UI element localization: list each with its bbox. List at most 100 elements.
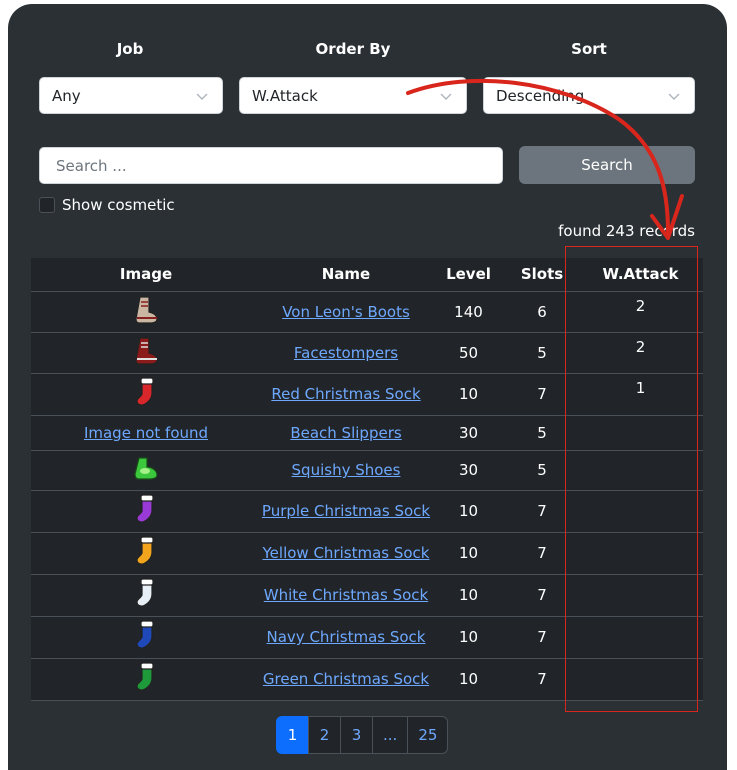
item-slots: 7 <box>506 658 578 701</box>
table-row: Facestompers 50 5 2 <box>31 332 703 374</box>
column-header-name: Name <box>261 258 431 292</box>
items-table: Image Name Level Slots W.Attack Von Leon… <box>31 258 703 701</box>
item-slots: 5 <box>506 332 578 374</box>
search-input[interactable]: Search ... <box>39 147 503 184</box>
item-name-cell: Green Christmas Sock <box>261 658 431 701</box>
item-level: 50 <box>431 332 506 374</box>
item-name-cell: Red Christmas Sock <box>261 373 431 416</box>
item-slots: 5 <box>506 415 578 451</box>
chevron-down-icon <box>196 93 208 100</box>
table-row: Navy Christmas Sock 10 7 <box>31 616 703 659</box>
item-level: 10 <box>431 574 506 617</box>
order-by-select-value: W.Attack <box>252 87 318 105</box>
item-name-cell: Yellow Christmas Sock <box>261 532 431 575</box>
sort-label: Sort <box>571 40 607 58</box>
page-button[interactable]: ... <box>372 716 409 754</box>
item-level: 10 <box>431 373 506 416</box>
broken-image-icon[interactable]: Image not found <box>84 424 208 442</box>
job-select-value: Any <box>52 87 81 105</box>
item-name-cell: Facestompers <box>261 332 431 374</box>
item-image-cell <box>31 373 261 416</box>
item-name-link[interactable]: Facestompers <box>294 344 398 362</box>
table-header-row: Image Name Level Slots W.Attack <box>31 258 703 292</box>
item-name-cell: Squishy Shoes <box>261 450 431 491</box>
column-header-level: Level <box>431 258 506 292</box>
table-row: Von Leon's Boots 140 6 2 <box>31 291 703 333</box>
item-watk <box>578 450 703 491</box>
item-slots: 7 <box>506 490 578 533</box>
item-slots: 7 <box>506 574 578 617</box>
item-name-link[interactable]: White Christmas Sock <box>264 586 428 604</box>
boots-icon <box>135 336 158 365</box>
order-by-select[interactable]: W.Attack <box>239 77 467 114</box>
page-button[interactable]: 25 <box>407 716 449 754</box>
sort-select-value: Descending <box>496 87 585 105</box>
item-watk <box>578 490 703 533</box>
search-placeholder: Search ... <box>56 157 127 175</box>
item-image-cell <box>31 450 261 491</box>
chevron-down-icon <box>440 93 452 100</box>
column-header-image: Image <box>31 258 261 292</box>
item-watk: 2 <box>578 291 703 333</box>
chevron-down-icon <box>668 93 680 100</box>
sock-icon <box>136 662 154 691</box>
item-name-link[interactable]: Squishy Shoes <box>292 461 401 479</box>
item-name-cell: Von Leon's Boots <box>261 291 431 333</box>
item-slots: 7 <box>506 373 578 416</box>
table-row: Purple Christmas Sock 10 7 <box>31 490 703 533</box>
show-cosmetic-checkbox[interactable] <box>39 197 55 213</box>
order-by-label: Order By <box>315 40 391 58</box>
item-image-cell <box>31 291 261 333</box>
item-image-cell <box>31 532 261 575</box>
item-watk: 2 <box>578 332 703 374</box>
sock-icon <box>136 494 154 523</box>
item-name-cell: Beach Slippers <box>261 415 431 451</box>
item-image-cell <box>31 490 261 533</box>
item-level: 10 <box>431 490 506 533</box>
search-button[interactable]: Search <box>519 146 695 184</box>
item-slots: 6 <box>506 291 578 333</box>
item-level: 10 <box>431 658 506 701</box>
item-level: 30 <box>431 450 506 491</box>
sort-select[interactable]: Descending <box>483 77 695 114</box>
item-image-cell <box>31 574 261 617</box>
item-name-cell: White Christmas Sock <box>261 574 431 617</box>
item-name-link[interactable]: Red Christmas Sock <box>271 385 420 403</box>
column-header-watk: W.Attack <box>578 258 703 292</box>
item-name-link[interactable]: Green Christmas Sock <box>263 670 429 688</box>
shoes-icon <box>134 457 158 480</box>
table-row: Squishy Shoes 30 5 <box>31 450 703 491</box>
table-row: Yellow Christmas Sock 10 7 <box>31 532 703 575</box>
job-select[interactable]: Any <box>39 77 223 114</box>
item-name-link[interactable]: Beach Slippers <box>290 424 401 442</box>
column-header-slots: Slots <box>506 258 578 292</box>
item-watk <box>578 616 703 659</box>
item-name-cell: Navy Christmas Sock <box>261 616 431 659</box>
boots-icon <box>135 295 158 324</box>
item-watk <box>578 415 703 451</box>
item-name-cell: Purple Christmas Sock <box>261 490 431 533</box>
page-button[interactable]: 2 <box>308 716 341 754</box>
item-name-link[interactable]: Von Leon's Boots <box>282 303 410 321</box>
item-image-cell: Image not found <box>31 415 261 451</box>
show-cosmetic-label: Show cosmetic <box>62 196 175 214</box>
sock-icon <box>136 377 154 406</box>
sock-icon <box>136 578 154 607</box>
pagination: 1 2 3... 25 <box>276 716 449 754</box>
page-button[interactable]: 1 <box>276 716 309 754</box>
item-watk <box>578 574 703 617</box>
sock-icon <box>136 536 154 565</box>
item-slots: 7 <box>506 616 578 659</box>
page-button[interactable]: 3 <box>340 716 373 754</box>
item-name-link[interactable]: Purple Christmas Sock <box>262 502 430 520</box>
item-slots: 5 <box>506 450 578 491</box>
item-watk <box>578 658 703 701</box>
table-row: Image not found Beach Slippers 30 5 <box>31 415 703 451</box>
item-image-cell <box>31 616 261 659</box>
job-label: Job <box>116 40 144 58</box>
item-level: 140 <box>431 291 506 333</box>
sock-icon <box>136 620 154 649</box>
item-image-cell <box>31 658 261 701</box>
item-name-link[interactable]: Navy Christmas Sock <box>267 628 426 646</box>
item-name-link[interactable]: Yellow Christmas Sock <box>263 544 430 562</box>
